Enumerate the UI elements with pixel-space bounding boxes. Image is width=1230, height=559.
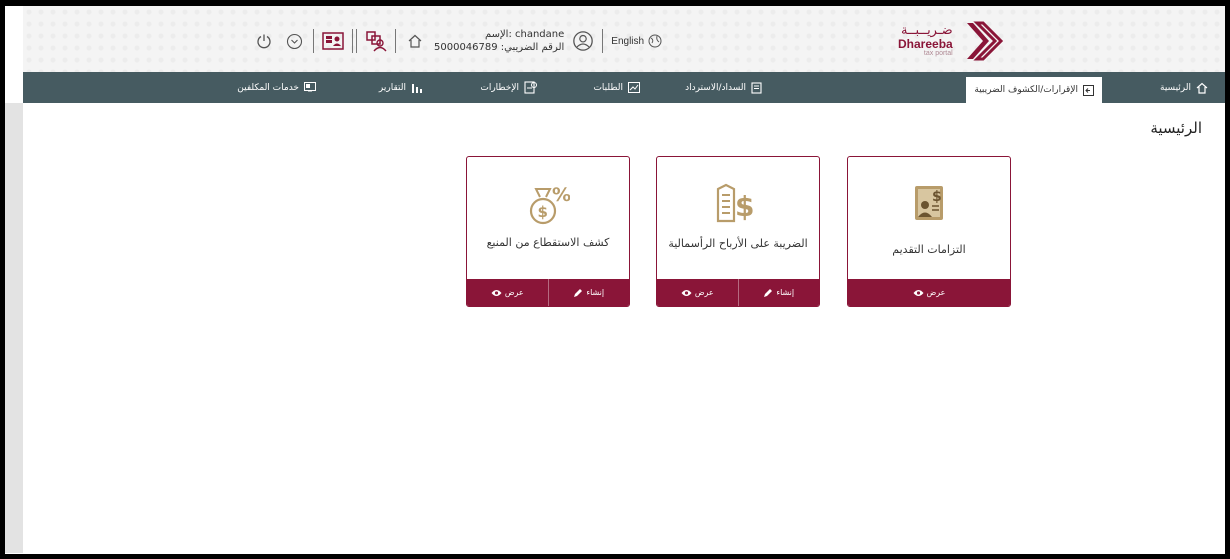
window-frame [0,0,1230,559]
